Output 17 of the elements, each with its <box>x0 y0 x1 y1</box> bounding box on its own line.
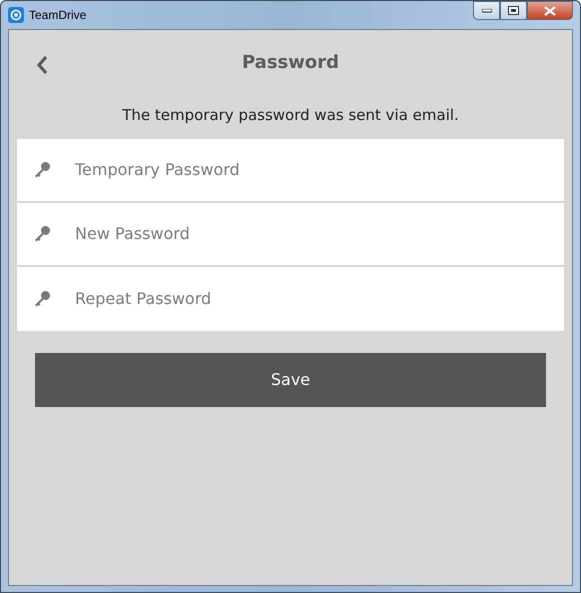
key-icon <box>33 224 51 242</box>
save-button[interactable]: Save <box>35 352 546 406</box>
minimize-button[interactable] <box>473 1 500 20</box>
app-icon <box>8 7 24 23</box>
close-icon <box>544 6 556 16</box>
key-icon <box>33 160 51 178</box>
minimize-icon <box>482 8 492 12</box>
maximize-button[interactable] <box>500 1 527 20</box>
window-title: TeamDrive <box>29 7 86 24</box>
password-field[interactable]: Temporary Password <box>73 156 564 182</box>
maximize-icon <box>508 6 519 15</box>
page-title: Password <box>242 50 340 74</box>
password-field[interactable]: New Password <box>73 220 564 246</box>
close-button[interactable] <box>527 1 573 20</box>
info-message: The temporary password was sent via email. <box>121 105 460 126</box>
key-icon <box>33 290 51 308</box>
password-field[interactable]: Repeat Password <box>73 286 564 312</box>
